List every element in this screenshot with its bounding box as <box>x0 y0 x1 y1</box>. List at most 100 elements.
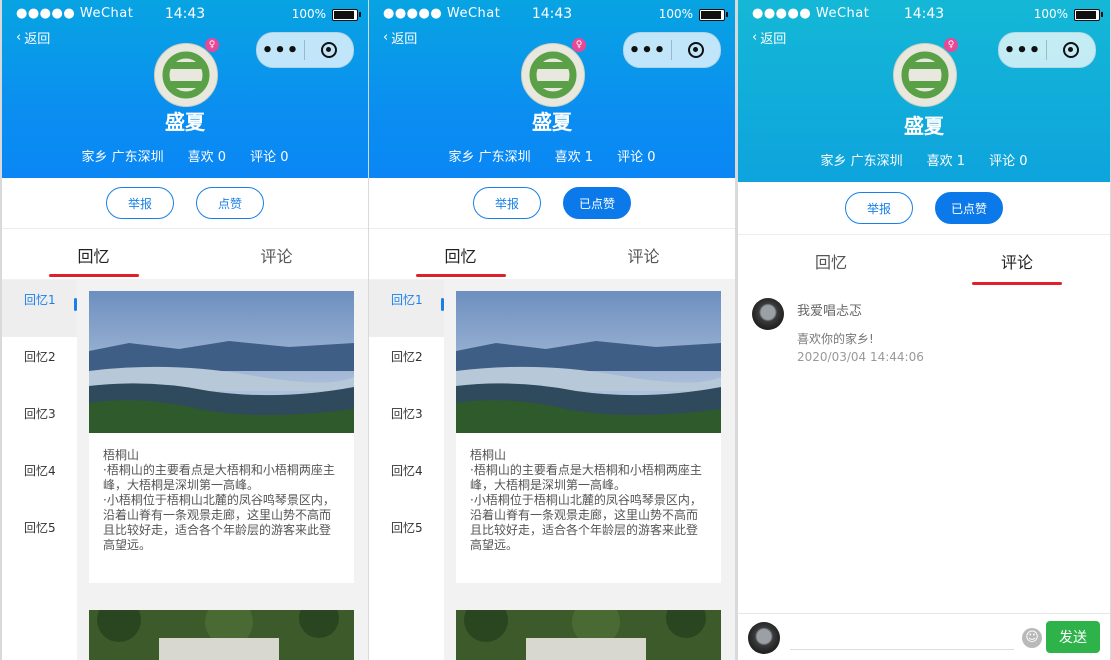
comment-input[interactable] <box>790 627 1014 650</box>
battery-icon <box>1074 9 1103 21</box>
memory-sidebar: 回忆1 回忆2 回忆3 回忆4 回忆5 <box>2 280 77 660</box>
sidebar-item-label: 回忆2 <box>24 350 56 364</box>
avatar[interactable] <box>893 43 957 107</box>
chevron-left-icon: ‹ <box>16 30 22 45</box>
battery-percent: 100% <box>1033 7 1068 21</box>
miniprogram-capsule: ••• <box>998 32 1096 68</box>
tab-comment-label: 评论 <box>627 247 660 266</box>
profile-name: 盛夏 <box>532 110 572 134</box>
memory-card-next[interactable] <box>89 610 354 660</box>
sidebar-item-label: 回忆5 <box>391 521 423 535</box>
tab-memory[interactable]: 回忆 <box>2 229 185 279</box>
likes-count: 喜欢 1 <box>926 154 966 169</box>
more-icon[interactable]: ••• <box>257 40 304 61</box>
tab-memory[interactable]: 回忆 <box>738 235 924 287</box>
comments-count: 评论 0 <box>617 150 656 165</box>
sidebar-item-memory4[interactable]: 回忆4 <box>369 451 444 508</box>
sidebar-item-label: 回忆4 <box>24 464 56 478</box>
close-target-icon[interactable] <box>1047 42 1094 58</box>
sidebar-item-memory1[interactable]: 回忆1 <box>2 280 77 337</box>
sidebar-item-label: 回忆3 <box>391 407 423 421</box>
tab-memory-label: 回忆 <box>444 247 477 266</box>
more-icon[interactable]: ••• <box>999 40 1046 61</box>
battery-icon <box>699 9 728 21</box>
status-bar: ●●●●● WeChat 14:43 100% <box>738 0 1110 28</box>
send-button[interactable]: 发送 <box>1046 621 1100 653</box>
sidebar-item-memory4[interactable]: 回忆4 <box>2 451 77 508</box>
female-icon: ♀ <box>944 38 958 52</box>
battery-percent: 100% <box>658 7 693 21</box>
sidebar-item-memory5[interactable]: 回忆5 <box>369 508 444 565</box>
profile-stats: 家乡 广东深圳 喜欢 1 评论 0 <box>369 146 735 165</box>
liked-button[interactable]: 已点赞 <box>563 187 631 219</box>
female-icon: ♀ <box>572 38 586 52</box>
report-button[interactable]: 举报 <box>106 187 174 219</box>
landscape-photo <box>456 291 721 433</box>
memory-card[interactable]: 梧桐山 ·梧桐山的主要看点是大梧桐和小梧桐两座主峰，大梧桐是深圳第一高峰。 ·小… <box>89 291 354 583</box>
sidebar-item-memory1[interactable]: 回忆1 <box>369 280 444 337</box>
smile-icon[interactable]: ☺ <box>1022 628 1042 648</box>
memory-paragraph-2: ·小梧桐位于梧桐山北麓的凤谷鸣琴景区内，沿着山脊有一条观景走廊，这里山势不高而且… <box>103 493 335 552</box>
profile-stats: 家乡 广东深圳 喜欢 0 评论 0 <box>2 146 368 165</box>
back-button[interactable]: ‹ 返回 <box>752 28 786 47</box>
sidebar-item-memory5[interactable]: 回忆5 <box>2 508 77 565</box>
memory-title: 梧桐山 <box>470 448 507 462</box>
tab-underline <box>972 282 1062 285</box>
tab-comment[interactable]: 评论 <box>924 235 1110 287</box>
sidebar-item-memory3[interactable]: 回忆3 <box>2 394 77 451</box>
sidebar-item-label: 回忆2 <box>391 350 423 364</box>
close-target-icon[interactable] <box>672 42 719 58</box>
back-button[interactable]: ‹ 返回 <box>383 28 417 47</box>
screen-profile-memory-before-like: ●●●●● WeChat 14:43 100% ‹ 返回 ••• ♀ 盛夏 家乡 … <box>2 0 368 660</box>
profile-name: 盛夏 <box>904 114 944 138</box>
chevron-left-icon: ‹ <box>752 30 758 45</box>
liked-button[interactable]: 已点赞 <box>935 192 1003 224</box>
tab-comment[interactable]: 评论 <box>552 229 735 279</box>
commenter-avatar[interactable] <box>752 298 784 330</box>
report-button[interactable]: 举报 <box>845 192 913 224</box>
back-button[interactable]: ‹ 返回 <box>16 28 50 47</box>
sidebar-item-memory2[interactable]: 回忆2 <box>2 337 77 394</box>
comment-text: 喜欢你的家乡! <box>797 332 874 346</box>
profile-name: 盛夏 <box>165 110 205 134</box>
tab-comment-label: 评论 <box>260 247 293 266</box>
battery-icon <box>332 9 361 21</box>
comment-list: 我爱唱忐忑 喜欢你的家乡! 2020/03/04 14:44:06 <box>738 286 1110 614</box>
memory-card[interactable]: 梧桐山 ·梧桐山的主要看点是大梧桐和小梧桐两座主峰，大梧桐是深圳第一高峰。 ·小… <box>456 291 721 583</box>
trees-photo <box>456 610 721 660</box>
sidebar-item-memory3[interactable]: 回忆3 <box>369 394 444 451</box>
action-row: 举报 已点赞 <box>369 178 735 228</box>
tab-underline <box>415 274 506 277</box>
tab-comment[interactable]: 评论 <box>185 229 368 279</box>
comment-input-bar: ☺ 发送 <box>738 613 1110 660</box>
sidebar-item-label: 回忆5 <box>24 521 56 535</box>
status-bar: ●●●●● WeChat 14:43 100% <box>2 0 368 28</box>
more-icon[interactable]: ••• <box>624 40 671 61</box>
memory-sidebar: 回忆1 回忆2 回忆3 回忆4 回忆5 <box>369 280 444 660</box>
memory-title: 梧桐山 <box>103 448 140 462</box>
screen-profile-comments: ●●●●● WeChat 14:43 100% ‹ 返回 ••• ♀ 盛夏 家乡 … <box>738 0 1110 660</box>
chevron-left-icon: ‹ <box>383 30 389 45</box>
comment-time: 2020/03/04 14:44:06 <box>797 350 924 364</box>
avatar[interactable] <box>521 43 585 107</box>
tab-comment-label: 评论 <box>1000 253 1033 272</box>
trees-photo <box>89 610 354 660</box>
close-target-icon[interactable] <box>305 42 352 58</box>
commenter-name: 我爱唱忐忑 <box>797 304 863 319</box>
female-icon: ♀ <box>205 38 219 52</box>
comments-count: 评论 0 <box>250 150 289 165</box>
report-button[interactable]: 举报 <box>473 187 541 219</box>
hometown-label: 家乡 广东深圳 <box>448 150 531 165</box>
sidebar-item-memory2[interactable]: 回忆2 <box>369 337 444 394</box>
screen-profile-memory-after-like: ●●●●● WeChat 14:43 100% ‹ 返回 ••• ♀ 盛夏 家乡 … <box>369 0 735 660</box>
tab-memory[interactable]: 回忆 <box>369 229 552 279</box>
sidebar-item-label: 回忆4 <box>391 464 423 478</box>
likes-count: 喜欢 0 <box>187 150 227 165</box>
memory-card-next[interactable] <box>456 610 721 660</box>
battery-percent: 100% <box>291 7 326 21</box>
memory-paragraph-1: ·梧桐山的主要看点是大梧桐和小梧桐两座主峰，大梧桐是深圳第一高峰。 <box>470 463 702 492</box>
tab-bar: 回忆 评论 <box>369 228 735 279</box>
sidebar-item-label: 回忆1 <box>391 293 423 307</box>
avatar[interactable] <box>154 43 218 107</box>
like-button[interactable]: 点赞 <box>196 187 264 219</box>
